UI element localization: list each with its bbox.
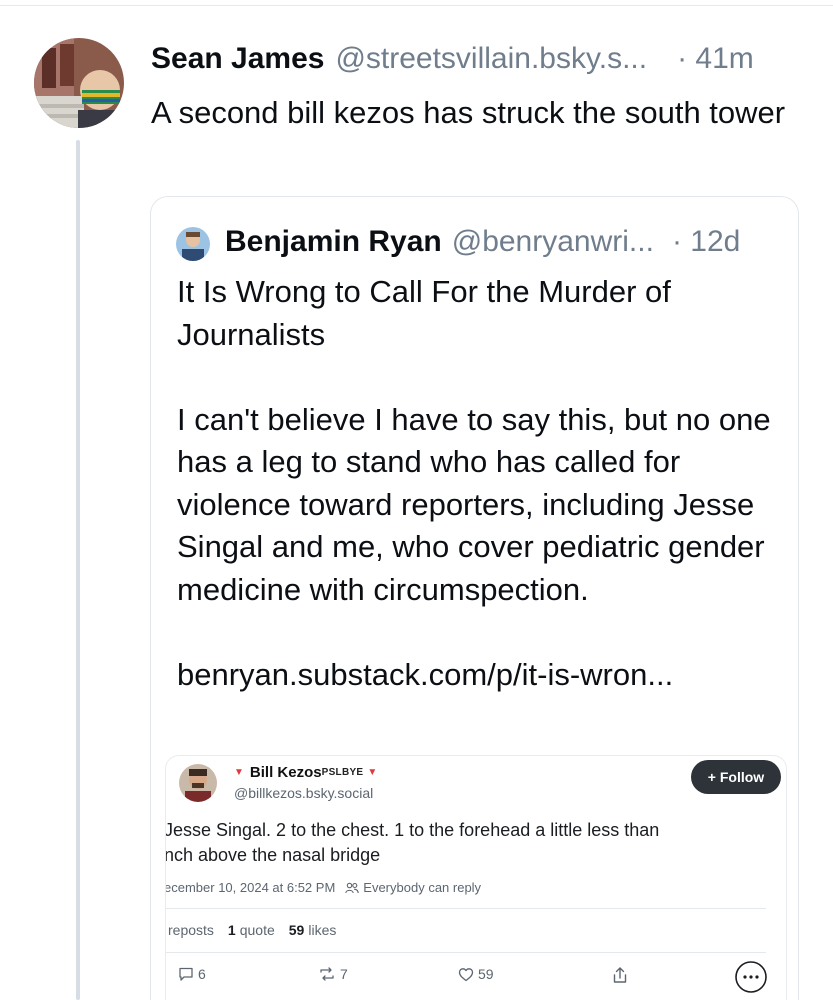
embedded-text-line: nch above the nasal bridge [165, 845, 381, 865]
quoted-post-time: · 12d [671, 225, 741, 258]
reply-setting: Everybody can reply [345, 880, 481, 895]
thread-line [76, 140, 80, 1000]
embedded-name-row: ▼ Bill Kezos PSLBYE ▼ [234, 764, 377, 781]
quote-count: 1 [227, 922, 236, 938]
top-divider [0, 0, 833, 6]
like-count: 59 [478, 966, 494, 982]
quoted-post-text: It Is Wrong to Call For the Murder of Jo… [177, 274, 771, 692]
more-icon [735, 961, 767, 993]
likes-label: likes [308, 922, 337, 938]
repost-action: 7 [318, 966, 348, 982]
quoted-post-card[interactable]: Benjamin Ryan @benryanwri... · 12d It Is… [150, 196, 799, 1000]
author-name[interactable]: Sean James [151, 42, 324, 76]
share-action [612, 966, 632, 984]
embedded-divider [166, 952, 766, 953]
embedded-date: ecember 10, 2024 at 6:52 PM [165, 880, 336, 895]
reposts-label: reposts [168, 922, 214, 938]
reply-count: 6 [198, 966, 206, 982]
embedded-author-tag: PSLBYE [321, 767, 364, 778]
red-triangle-icon: ▼ [234, 767, 244, 778]
like-action: 59 [458, 966, 494, 982]
reply-action: 6 [178, 966, 206, 982]
author-handle[interactable]: @streetsvillain.bsky.s... [335, 42, 647, 76]
embedded-post-text: Jesse Singal. 2 to the chest. 1 to the f… [165, 818, 786, 868]
quoted-post-header: Benjamin Ryan @benryanwri... · 12d [225, 225, 740, 259]
share-icon [613, 967, 627, 983]
repost-icon [320, 967, 334, 981]
quoted-author-handle: @benryanwri... [451, 225, 654, 258]
heart-icon [458, 967, 474, 981]
post-time[interactable]: · 41m [677, 42, 754, 76]
follow-button: + Follow [691, 760, 781, 794]
embedded-author-handle: @billkezos.bsky.social [234, 785, 374, 801]
chat-bubble-icon [179, 967, 193, 981]
embedded-stats: reposts 1 quote 59 likes [166, 922, 350, 938]
more-action [734, 960, 772, 994]
embedded-divider [166, 908, 766, 909]
quoted-author-name: Benjamin Ryan [225, 225, 442, 258]
reposts-stat: reposts [166, 922, 214, 938]
quoted-author-avatar [176, 227, 210, 261]
reply-setting-label: Everybody can reply [363, 880, 482, 895]
red-triangle-icon: ▼ [367, 767, 378, 778]
likes-stat: 59 likes [289, 922, 337, 938]
repost-count: 7 [340, 966, 348, 982]
quote-label: quote [239, 922, 275, 938]
people-icon [345, 882, 360, 893]
embedded-actions: 6 7 59 [166, 961, 786, 994]
embedded-meta: ecember 10, 2024 at 6:52 PM Everybody ca… [165, 880, 481, 895]
post-text: A second bill kezos has struck the south… [151, 95, 786, 130]
post-header: Sean James @streetsvillain.bsky.s... · 4… [151, 42, 811, 82]
embedded-screenshot[interactable]: ▼ Bill Kezos PSLBYE ▼ @billkezos.bsky.so… [165, 755, 787, 1000]
embedded-author-avatar [179, 764, 217, 802]
embedded-text-line: Jesse Singal. 2 to the chest. 1 to the f… [165, 820, 660, 840]
likes-count: 59 [288, 922, 305, 938]
embedded-author-name: Bill Kezos [249, 764, 322, 781]
author-avatar[interactable] [34, 38, 124, 128]
quote-stat: 1 quote [228, 922, 275, 938]
